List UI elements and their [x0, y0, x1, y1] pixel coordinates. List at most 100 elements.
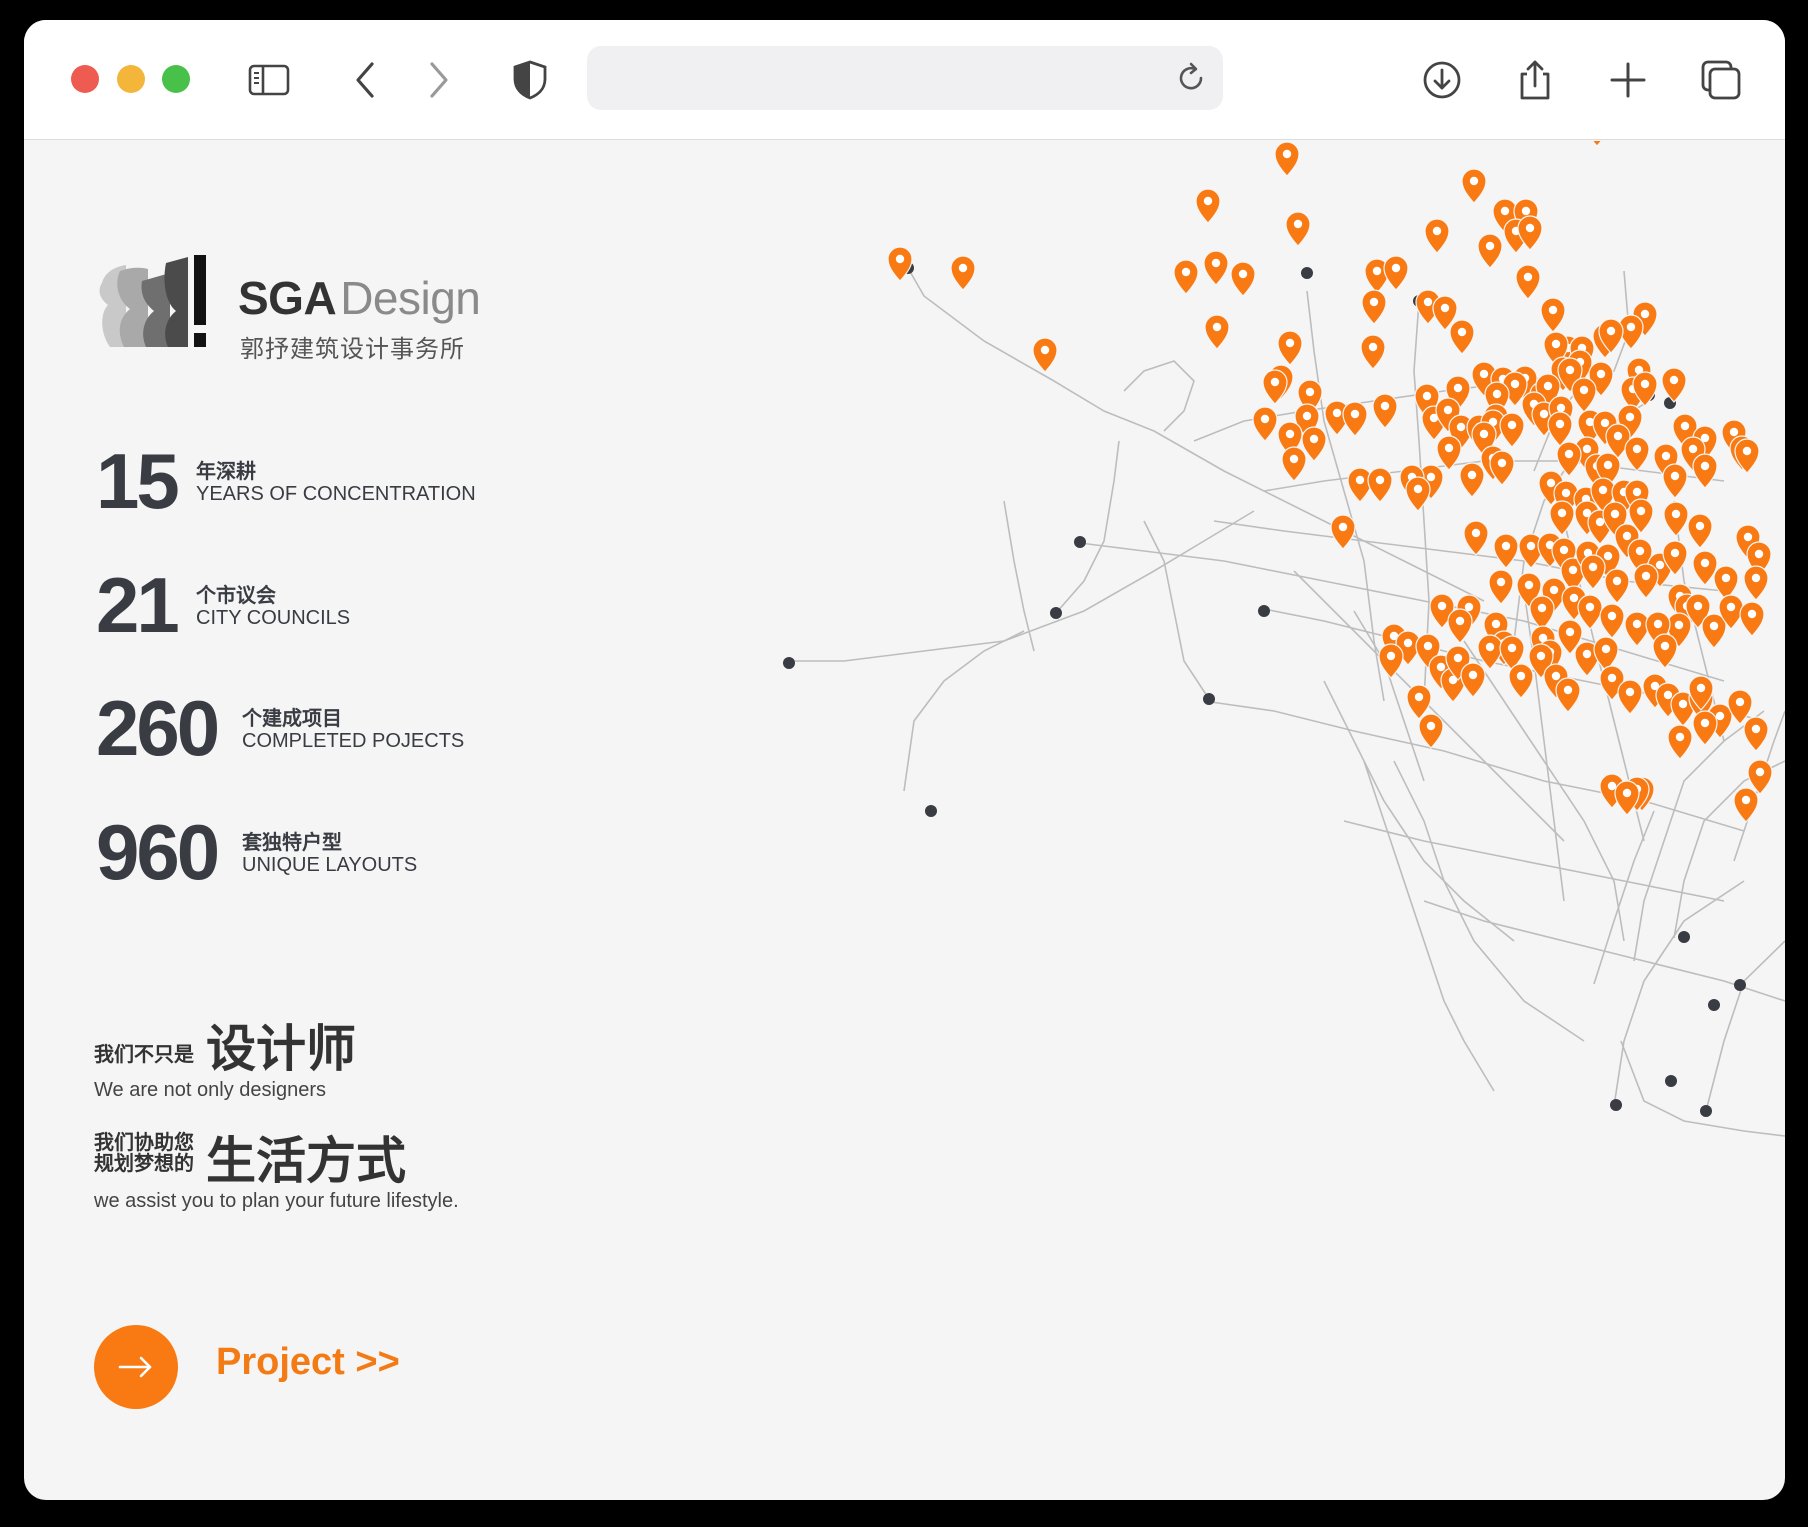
map-location-pin-icon[interactable]	[1361, 289, 1387, 325]
map-location-pin-icon[interactable]	[1173, 259, 1199, 295]
map-location-pin-icon[interactable]	[1743, 716, 1769, 752]
map-location-pin-icon[interactable]	[1624, 436, 1650, 472]
map-location-pin-icon[interactable]	[1580, 554, 1606, 590]
map-location-pin-icon[interactable]	[1734, 438, 1760, 474]
project-arrow-button[interactable]	[94, 1325, 178, 1409]
minimize-window-button[interactable]	[117, 65, 145, 93]
forward-chevron-icon[interactable]	[416, 58, 460, 102]
map-location-pin-icon[interactable]	[1556, 441, 1582, 477]
map-location-pin-icon[interactable]	[1599, 603, 1625, 639]
map-location-pin-icon[interactable]	[1743, 565, 1769, 601]
map-location-pin-icon[interactable]	[1032, 337, 1058, 373]
brand-name-light: Design	[340, 272, 481, 324]
project-link[interactable]: Project >>	[216, 1341, 400, 1384]
map-road	[1620, 1040, 1785, 1137]
map-location-pin-icon[interactable]	[950, 255, 976, 291]
reload-icon[interactable]	[1173, 60, 1209, 96]
map-location-pin-icon[interactable]	[1418, 713, 1444, 749]
map-location-pin-icon[interactable]	[887, 246, 913, 282]
map-location-pin-icon[interactable]	[1262, 369, 1288, 405]
map-location-pin-icon[interactable]	[1585, 141, 1609, 147]
map-location-pin-icon[interactable]	[1252, 406, 1278, 442]
map-location-pin-icon[interactable]	[1515, 264, 1541, 300]
map-location-pin-icon[interactable]	[1405, 476, 1431, 512]
map-location-pin-icon[interactable]	[1330, 514, 1356, 550]
map-location-pin-icon[interactable]	[1203, 250, 1229, 286]
map-location-pin-icon[interactable]	[1449, 319, 1475, 355]
address-bar[interactable]	[587, 46, 1223, 110]
map-location-pin-icon[interactable]	[1230, 261, 1256, 297]
sidebar-toggle-icon[interactable]	[247, 58, 291, 102]
map-location-pin-icon[interactable]	[1739, 601, 1765, 637]
map-location-pin-icon[interactable]	[1360, 334, 1386, 370]
map-location-pin-icon[interactable]	[1652, 633, 1678, 669]
stat-number: 260	[96, 684, 220, 772]
zoom-window-button[interactable]	[162, 65, 190, 93]
address-input[interactable]	[605, 56, 1165, 100]
map-location-pin-icon[interactable]	[1701, 613, 1727, 649]
map-location-pin-icon[interactable]	[1281, 446, 1307, 482]
stat-label-en: CITY COUNCILS	[196, 607, 351, 629]
map-location-pin-icon[interactable]	[1529, 595, 1555, 631]
download-icon[interactable]	[1420, 58, 1464, 102]
map-location-pin-icon[interactable]	[1577, 594, 1603, 630]
map-location-pin-icon[interactable]	[1547, 411, 1573, 447]
map-location-pin-icon[interactable]	[1378, 643, 1404, 679]
map-location-pin-icon[interactable]	[1662, 463, 1688, 499]
map-location-pin-icon[interactable]	[1508, 663, 1534, 699]
map-road	[1423, 900, 1785, 1002]
map-location-pin-icon[interactable]	[1461, 168, 1487, 204]
stat-label-zh: 年深耕	[196, 461, 256, 483]
tab-overview-icon[interactable]	[1699, 58, 1743, 102]
map-road	[1323, 680, 1515, 942]
map-location-pin-icon[interactable]	[1436, 435, 1462, 471]
map-location-pin-icon[interactable]	[1549, 500, 1575, 536]
map-location-pin-icon[interactable]	[1277, 330, 1303, 366]
map-location-pin-icon[interactable]	[1692, 550, 1718, 586]
map-location-pin-icon[interactable]	[1383, 255, 1409, 291]
map-location-pin-icon[interactable]	[1195, 188, 1221, 224]
privacy-shield-icon[interactable]	[508, 58, 552, 102]
new-tab-plus-icon[interactable]	[1606, 58, 1650, 102]
map-road	[1633, 710, 1765, 962]
map-location-pin-icon[interactable]	[1571, 377, 1597, 413]
brand-logo[interactable]: SGADesign 郭抒建筑设计事务所	[96, 253, 536, 363]
map-location-pin-icon[interactable]	[1540, 297, 1566, 333]
map-location-pin-icon[interactable]	[1463, 520, 1489, 556]
map-location-pin-icon[interactable]	[1424, 218, 1450, 254]
close-window-button[interactable]	[71, 65, 99, 93]
map-location-pin-icon[interactable]	[1285, 211, 1311, 247]
map-location-pin-icon[interactable]	[1367, 467, 1393, 503]
map-location-pin-icon[interactable]	[1447, 608, 1473, 644]
map-location-pin-icon[interactable]	[1617, 679, 1643, 715]
map-location-pin-icon[interactable]	[1667, 724, 1693, 760]
map-location-pin-icon[interactable]	[1604, 568, 1630, 604]
map-road	[1203, 700, 1745, 832]
back-chevron-icon[interactable]	[344, 58, 388, 102]
map-location-pin-icon[interactable]	[1477, 233, 1503, 269]
map-location-pin-icon[interactable]	[1493, 533, 1519, 569]
map-location-pin-icon[interactable]	[1488, 569, 1514, 605]
map-location-pin-icon[interactable]	[1663, 501, 1689, 537]
stat-number: 15	[96, 437, 180, 525]
map-location-pin-icon[interactable]	[1633, 563, 1659, 599]
map-location-pin-icon[interactable]	[1342, 401, 1368, 437]
map-location-pin-icon[interactable]	[1555, 677, 1581, 713]
map-location-pin-icon[interactable]	[1692, 453, 1718, 489]
slogan-small-text: 我们不只是	[94, 1044, 194, 1066]
map-location-pin-icon[interactable]	[1460, 662, 1486, 698]
map-location-pin-icon[interactable]	[1687, 513, 1713, 549]
map-location-pin-icon[interactable]	[1733, 787, 1759, 823]
map-location-pin-icon[interactable]	[1692, 710, 1718, 746]
map-location-pin-icon[interactable]	[1499, 412, 1525, 448]
brand-name: SGADesign	[238, 271, 481, 325]
map-location-pin-icon[interactable]	[1477, 634, 1503, 670]
share-icon[interactable]	[1513, 58, 1557, 102]
map-location-pin-icon[interactable]	[1624, 611, 1650, 647]
map-location-pin-icon[interactable]	[1661, 367, 1687, 403]
map-location-pin-icon[interactable]	[1372, 393, 1398, 429]
map-location-pin-icon[interactable]	[1459, 462, 1485, 498]
map-location-pin-icon[interactable]	[1274, 141, 1300, 177]
map-station-dot	[1301, 267, 1313, 279]
map-location-pin-icon[interactable]	[1204, 314, 1230, 350]
